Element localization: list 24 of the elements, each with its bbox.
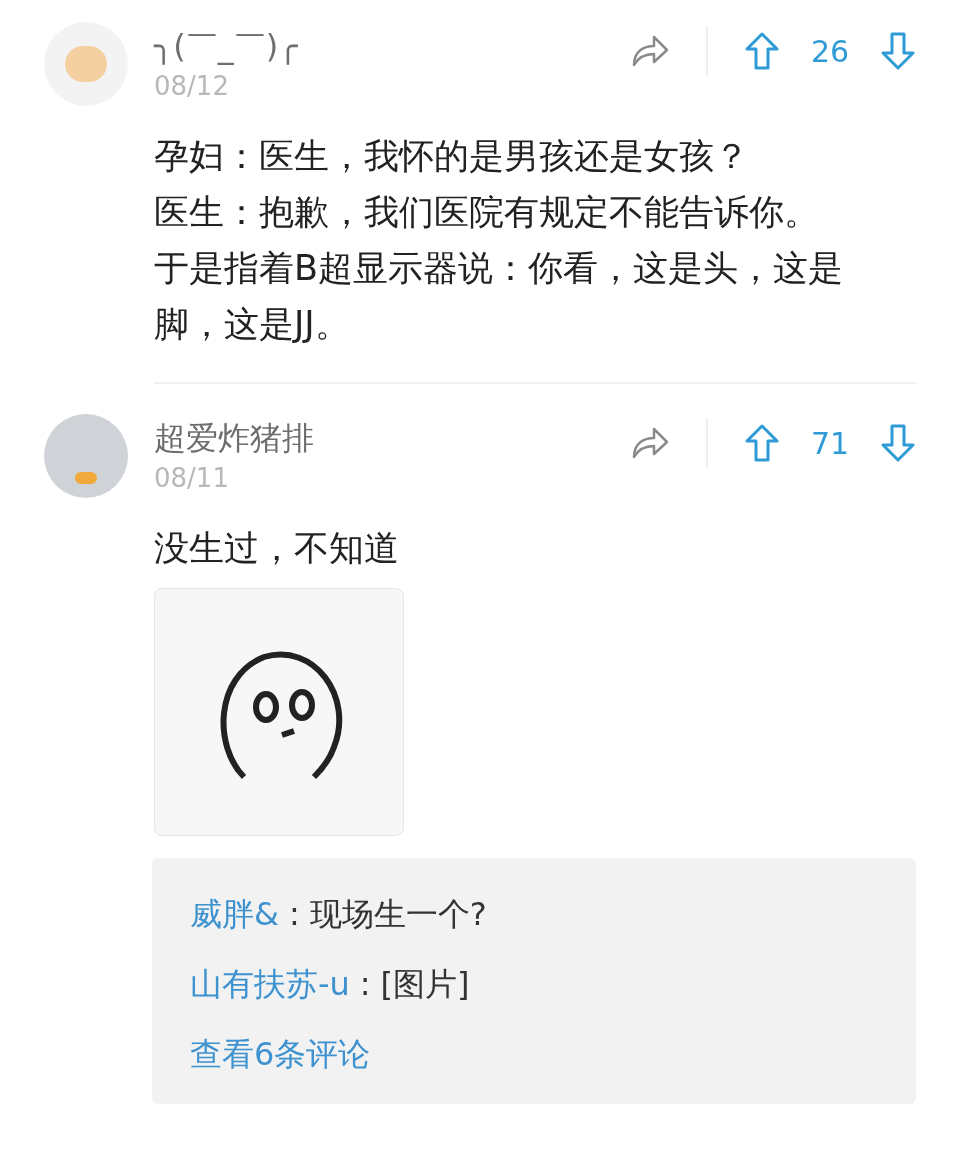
share-icon[interactable] xyxy=(630,425,670,461)
username[interactable]: 超爱炸猪排 xyxy=(154,416,314,460)
comment-text: 没生过，不知道 xyxy=(154,527,400,570)
reply-separator: : xyxy=(359,964,371,1005)
comment-text: 医生：抱歉，我们医院有规定不能告诉你。 xyxy=(154,191,820,234)
comment-date: 08/11 xyxy=(154,462,230,495)
view-more-replies-link[interactable]: 查看6条评论 xyxy=(190,1032,878,1076)
reply-separator: : xyxy=(288,894,300,935)
reply-author[interactable]: 威胖& xyxy=(190,892,279,936)
upvote-icon[interactable] xyxy=(744,424,780,462)
share-icon[interactable] xyxy=(630,33,670,69)
username[interactable]: ╮(￣_￣)╭ xyxy=(154,24,298,68)
comment-date: 08/12 xyxy=(154,70,230,103)
meme-image-placeholder[interactable] xyxy=(154,588,404,836)
comment-text: 孕妇：医生，我怀的是男孩还是女孩？ xyxy=(154,135,750,178)
upvote-icon[interactable] xyxy=(744,32,780,70)
vote-count: 71 xyxy=(809,424,851,463)
vote-count: 26 xyxy=(809,32,851,71)
reply-text: [图片] xyxy=(380,964,470,1005)
reply-author[interactable]: 山有扶苏-u xyxy=(190,962,350,1006)
downvote-icon[interactable] xyxy=(880,32,916,70)
reply-text: 现场生一个? xyxy=(309,894,487,935)
downvote-icon[interactable] xyxy=(880,424,916,462)
comment-text: 于是指着B超显示器说：你看，这是头，这是脚，这是JJ。 xyxy=(154,247,844,346)
